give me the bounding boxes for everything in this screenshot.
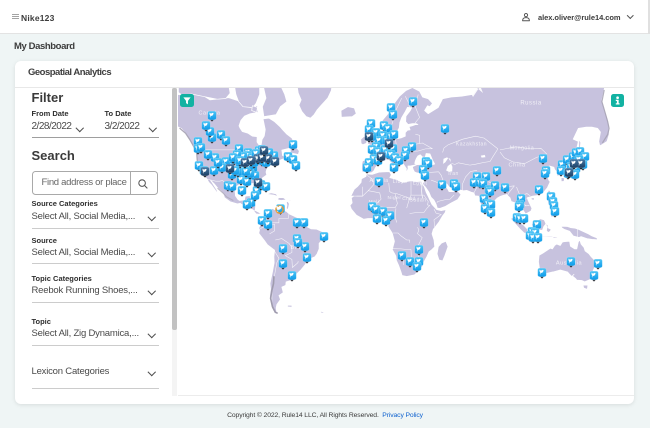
svg-text:Mongolia: Mongolia xyxy=(510,146,534,152)
svg-text:Libya: Libya xyxy=(393,179,407,185)
svg-text:Kazakhstan: Kazakhstan xyxy=(456,141,487,147)
svg-text:Egypt: Egypt xyxy=(413,181,428,187)
svg-text:Iran: Iran xyxy=(448,171,459,177)
svg-text:China: China xyxy=(508,163,526,169)
svg-text:Niger: Niger xyxy=(388,195,402,201)
svg-text:Chad: Chad xyxy=(402,196,415,202)
svg-text:Russia: Russia xyxy=(520,101,542,107)
